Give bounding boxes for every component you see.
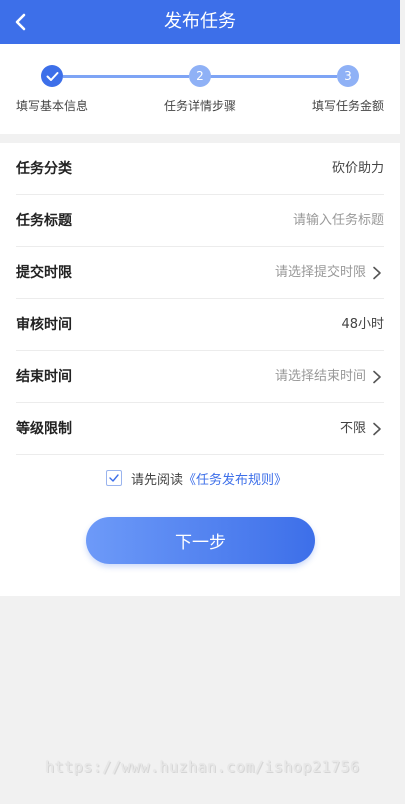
agreement-prefix: 请先阅读	[131, 472, 184, 488]
watermark: https://www.huzhan.com/ishop21756	[45, 758, 360, 776]
submit-deadline-row[interactable]: 提交时限 请选择提交时限	[16, 247, 384, 299]
category-value: 砍价助力	[331, 161, 384, 176]
submit-deadline-select[interactable]: 请选择提交时限	[275, 247, 384, 299]
top-bar: 发布任务	[0, 0, 400, 44]
category-row[interactable]: 任务分类 砍价助力	[16, 143, 384, 195]
review-time-label: 审核时间	[16, 317, 72, 333]
step-connector	[210, 75, 337, 78]
step-1-indicator	[41, 65, 63, 87]
chevron-right-icon	[373, 266, 381, 280]
review-time-row: 审核时间 48小时	[16, 299, 384, 351]
rules-link[interactable]: 《任务发布规则》	[183, 469, 287, 488]
step-progress: 2 3 填写基本信息 任务详情步骤 填写任务金额	[0, 44, 400, 134]
step-2-label: 任务详情步骤	[164, 99, 237, 113]
level-limit-select[interactable]: 不限	[340, 403, 384, 455]
step-3-indicator: 3	[337, 65, 359, 87]
level-limit-label: 等级限制	[16, 421, 72, 437]
step-1-label: 填写基本信息	[16, 99, 89, 113]
end-time-row[interactable]: 结束时间 请选择结束时间	[16, 351, 384, 403]
title-input[interactable]: 请输入任务标题	[293, 195, 384, 247]
step-2-indicator: 2	[189, 65, 211, 87]
check-icon	[46, 71, 58, 81]
step-connector	[63, 75, 189, 78]
end-time-label: 结束时间	[16, 369, 72, 385]
chevron-right-icon	[373, 370, 381, 384]
level-limit-row[interactable]: 等级限制 不限	[16, 403, 384, 455]
end-time-select[interactable]: 请选择结束时间	[275, 351, 384, 403]
next-step-button[interactable]: 下一步	[86, 517, 315, 564]
chevron-right-icon	[373, 422, 381, 436]
title-row[interactable]: 任务标题 请输入任务标题	[16, 195, 384, 247]
check-icon	[109, 474, 119, 482]
title-label: 任务标题	[16, 213, 72, 229]
agreement: 请先阅读 《任务发布规则》	[106, 468, 287, 488]
page-title: 发布任务	[164, 11, 236, 32]
category-label: 任务分类	[16, 161, 72, 177]
agree-checkbox[interactable]	[106, 470, 122, 486]
submit-deadline-label: 提交时限	[16, 265, 72, 281]
review-time-value: 48小时	[341, 317, 384, 332]
step-3-label: 填写任务金额	[312, 99, 385, 113]
